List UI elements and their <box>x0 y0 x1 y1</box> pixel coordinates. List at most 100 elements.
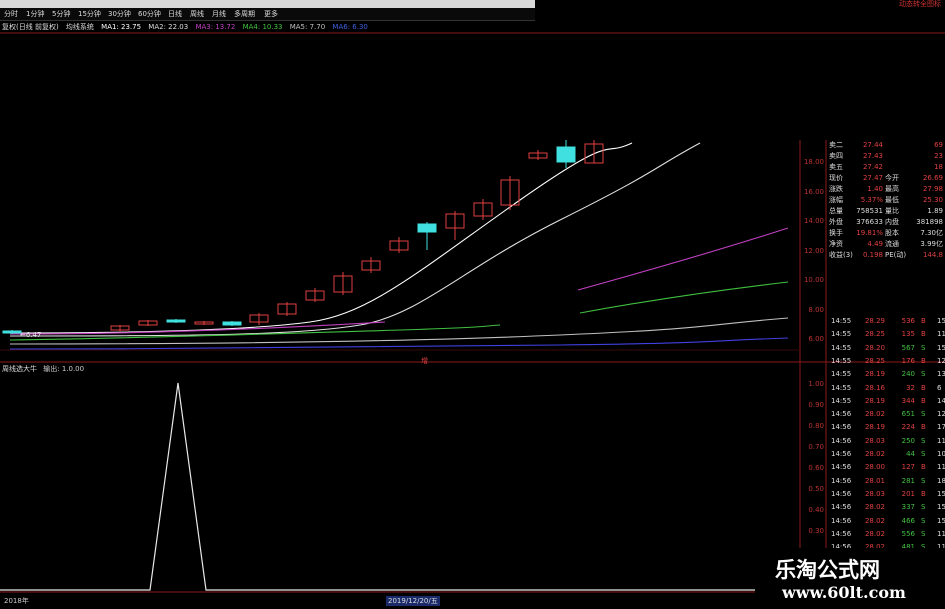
trade-side: S <box>921 343 926 352</box>
quote-value-2: 69 <box>934 141 943 149</box>
quote-value: 4.49 <box>867 240 883 248</box>
trade-side: S <box>921 436 926 445</box>
trade-row: 14:55 28.29 536 B 15 <box>827 315 945 327</box>
trade-time: 14:55 <box>831 383 852 392</box>
quote-row: 卖四 27.43 23 <box>827 151 945 162</box>
quote-label-2: 内盘 <box>885 218 899 226</box>
trade-extra: 11 <box>937 463 945 472</box>
trade-extra: 10 <box>937 450 945 458</box>
trade-volume: 344 <box>901 396 915 405</box>
trade-row: 14:56 28.02 556 S 11 <box>827 528 945 540</box>
quote-value-2: 27.98 <box>922 185 943 193</box>
trade-price: 28.16 <box>864 383 885 392</box>
quote-value: 27.42 <box>862 163 883 171</box>
trade-volume: 281 <box>901 476 915 485</box>
trade-side: B <box>921 317 926 325</box>
ma1-line <box>9 142 633 334</box>
trade-side: B <box>921 396 926 405</box>
trade-time: 14:55 <box>831 396 852 405</box>
trade-time: 14:56 <box>831 463 852 472</box>
trade-volume: 466 <box>901 516 915 525</box>
trade-side: S <box>921 476 926 485</box>
trade-side: S <box>921 450 926 458</box>
trade-price: 28.19 <box>864 423 885 432</box>
quote-label: 净资 <box>829 240 843 248</box>
quote-label: 涨跌 <box>829 185 843 193</box>
trade-side: B <box>921 489 926 498</box>
price-axis-label: 8.00 <box>808 305 824 314</box>
lower-axis-label: 1.00 <box>808 380 824 388</box>
trade-price: 28.19 <box>864 396 885 405</box>
trade-volume: 250 <box>901 436 915 445</box>
quote-label: 收益(3) <box>829 251 853 259</box>
trade-extra: 15 <box>937 489 945 498</box>
quote-row: 涨跌 1.40 最高 27.98 <box>827 184 945 195</box>
trade-side: S <box>921 503 926 512</box>
trade-volume: 536 <box>901 317 915 325</box>
ma3-line-right <box>577 227 789 291</box>
ma5-line <box>9 317 789 345</box>
candlesticks <box>2 140 604 334</box>
quote-row: 总量 758531 量比 1.89 <box>827 206 945 217</box>
trade-side: B <box>921 356 926 365</box>
trade-price: 28.19 <box>864 370 885 379</box>
quote-label-2: 最低 <box>885 196 899 204</box>
trade-extra: 15 <box>937 343 945 352</box>
lower-axis-label: 0.70 <box>808 443 824 451</box>
trade-price: 28.00 <box>864 463 885 472</box>
quote-value: 1.40 <box>867 185 883 193</box>
trade-price: 28.29 <box>864 317 885 325</box>
trade-row: 14:56 28.02 337 S 15 <box>827 501 945 513</box>
trade-price: 28.25 <box>864 356 885 365</box>
quote-value: 758531 <box>856 207 883 215</box>
trade-side: S <box>921 410 926 419</box>
trade-extra: 6 <box>937 383 942 392</box>
trade-volume: 567 <box>901 343 915 352</box>
quote-label-2: 量比 <box>885 207 899 215</box>
quote-value: 27.47 <box>862 174 883 182</box>
lower-axis-label: 0.60 <box>808 464 824 472</box>
trade-row: 14:56 28.02 651 S 12 <box>827 408 945 420</box>
trade-row: 14:56 28.03 250 S 11 <box>827 435 945 447</box>
quote-label-2: PE(动) <box>885 251 907 259</box>
quote-label: 换手 <box>829 229 843 237</box>
trade-side: S <box>921 516 926 525</box>
trade-time: 14:56 <box>831 423 852 432</box>
trade-time: 14:56 <box>831 503 852 512</box>
quote-value: 27.43 <box>862 152 883 160</box>
min-price-label: ←6.47 <box>20 331 42 339</box>
lower-axis-label: 0.30 <box>808 527 824 535</box>
lower-indicator-panel <box>0 382 800 591</box>
trade-price: 28.20 <box>864 343 885 352</box>
chart-grid <box>0 32 945 593</box>
price-axis-label: 10.00 <box>803 276 824 284</box>
price-axis-label: 6.00 <box>808 335 824 343</box>
price-axis-label: 14.00 <box>803 217 824 225</box>
trade-time: 14:56 <box>831 476 852 485</box>
quote-row: 净资 4.49 流通 3.99亿 <box>827 239 945 250</box>
trade-extra: 17 <box>937 423 945 432</box>
lower-axis-label: 0.50 <box>808 485 824 493</box>
trade-time: 14:55 <box>831 330 852 339</box>
trade-time: 14:55 <box>831 317 852 325</box>
trade-volume: 240 <box>901 370 915 379</box>
quote-value-2: 26.69 <box>922 174 943 182</box>
lower-axis-label: 0.90 <box>808 401 824 409</box>
quote-value: 376633 <box>856 218 883 226</box>
kline-chart[interactable] <box>0 0 945 609</box>
quote-label: 总量 <box>829 207 843 215</box>
trade-row: 14:55 28.25 176 B 12 <box>827 355 945 367</box>
trade-extra: 15 <box>937 516 945 525</box>
trade-time: 14:55 <box>831 356 852 365</box>
lower-indicator-name[interactable]: 周线选大牛 <box>2 365 37 373</box>
quote-label-2: 今开 <box>885 174 899 182</box>
quote-value: 19.81% <box>856 229 883 237</box>
quote-value-2: 18 <box>934 163 943 171</box>
trade-side: B <box>921 423 926 432</box>
trade-price: 28.02 <box>864 529 885 538</box>
lower-axis-label: 0.40 <box>808 506 824 514</box>
trade-time: 14:56 <box>831 450 852 458</box>
trade-row: 14:56 28.01 281 S 18 <box>827 475 945 487</box>
trade-extra: 11 <box>937 529 945 538</box>
trade-volume: 201 <box>901 489 915 498</box>
